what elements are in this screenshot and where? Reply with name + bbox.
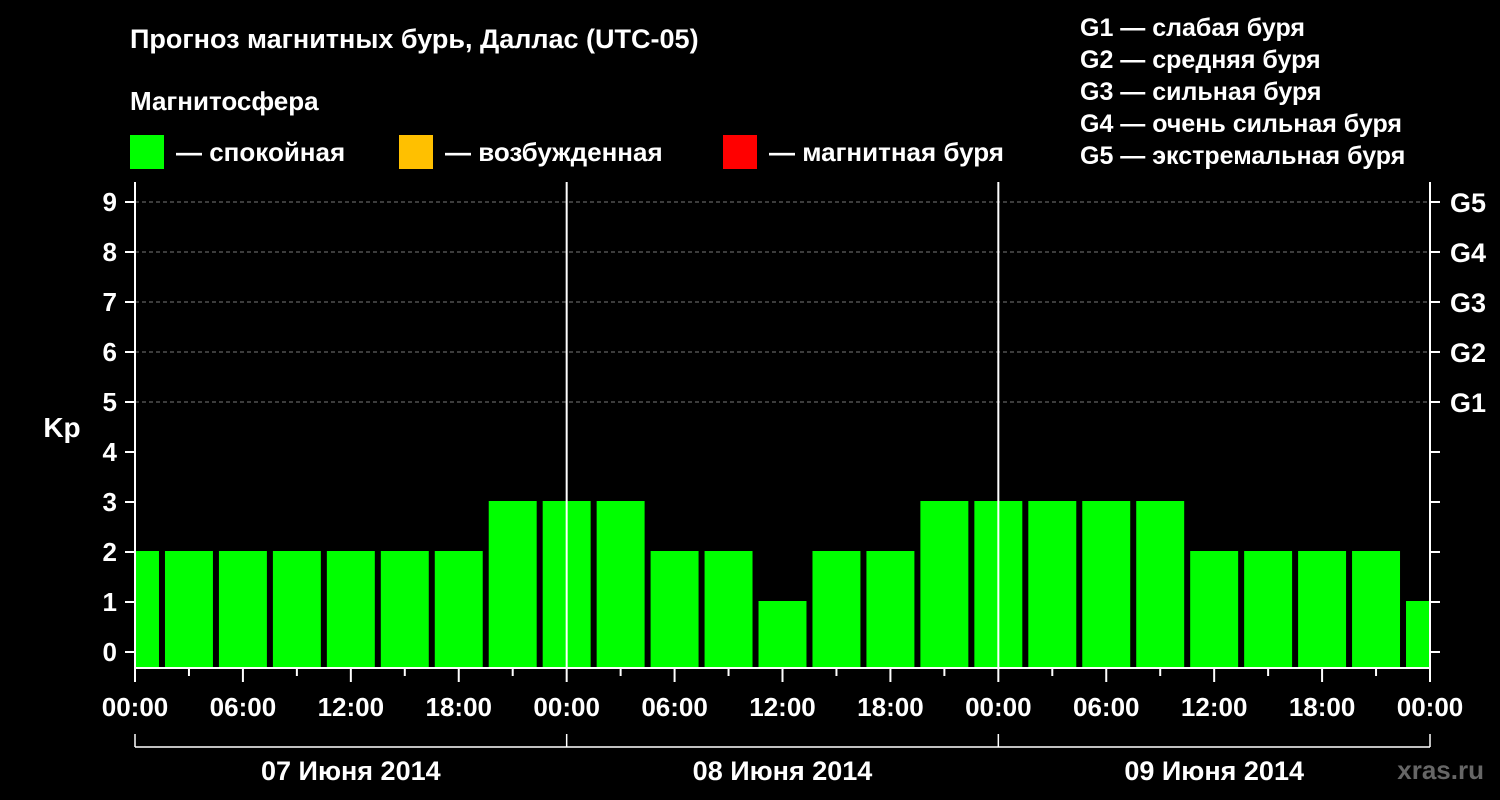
x-tick-label: 06:00 xyxy=(641,692,708,722)
grid-layer xyxy=(135,201,1430,403)
kp-bar xyxy=(1028,501,1077,668)
y-tick-label: 4 xyxy=(103,437,118,467)
y-tick-label: 5 xyxy=(103,387,117,417)
g-scale-label: G3 xyxy=(1450,288,1486,318)
g-scale-label: G4 xyxy=(1450,238,1486,268)
kp-bar xyxy=(434,551,483,668)
x-tick-label: 00:00 xyxy=(102,692,169,722)
g-scale-label: G1 xyxy=(1450,388,1486,418)
kp-bar xyxy=(164,551,213,668)
kp-bar xyxy=(488,501,537,668)
x-tick-label: 18:00 xyxy=(426,692,493,722)
kp-bar-chart: 0 1 2 3 4 5 6 7 8 9 G1 G2 G3 G4 G5 Kp 00:00 06:00 12:00 18:… xyxy=(43,182,1486,786)
kp-bar xyxy=(812,551,861,668)
x-tick-label: 00:00 xyxy=(1397,692,1464,722)
kp-bar xyxy=(218,551,267,668)
y-tick-label: 9 xyxy=(103,187,117,217)
g-scale-label: G5 xyxy=(1450,188,1486,218)
kp-bar xyxy=(704,551,753,668)
kp-bar xyxy=(1244,551,1293,668)
y-tick-label: 7 xyxy=(103,287,117,317)
day-label: 07 Июня 2014 xyxy=(261,756,441,786)
x-tick-label: 06:00 xyxy=(210,692,277,722)
watermark: xras.ru xyxy=(1397,755,1484,785)
y-tick-label: 2 xyxy=(103,537,117,567)
x-tick-label: 06:00 xyxy=(1073,692,1140,722)
day-label: 09 Июня 2014 xyxy=(1124,756,1304,786)
kp-bar xyxy=(135,551,159,668)
x-tick-label: 18:00 xyxy=(857,692,924,722)
y-tick-label: 0 xyxy=(103,637,117,667)
kp-bar xyxy=(326,551,375,668)
x-tick-label: 18:00 xyxy=(1289,692,1356,722)
x-tick-label: 12:00 xyxy=(749,692,816,722)
kp-bar xyxy=(920,501,969,668)
y-axis-label: Kp xyxy=(43,412,80,443)
kp-bar xyxy=(380,551,429,668)
kp-bar xyxy=(1136,501,1185,668)
x-tick-label: 00:00 xyxy=(965,692,1032,722)
kp-bar xyxy=(1082,501,1131,668)
kp-bar xyxy=(1190,551,1239,668)
kp-bar xyxy=(758,601,807,668)
kp-bar xyxy=(596,501,645,668)
kp-bar xyxy=(1352,551,1401,668)
x-tick-label: 12:00 xyxy=(1181,692,1248,722)
kp-bar xyxy=(272,551,321,668)
y-tick-label: 1 xyxy=(103,587,117,617)
x-tick-label: 12:00 xyxy=(318,692,385,722)
y-tick-label: 6 xyxy=(103,337,117,367)
x-tick-label: 00:00 xyxy=(533,692,600,722)
kp-bar xyxy=(1298,551,1347,668)
day-label: 08 Июня 2014 xyxy=(693,756,873,786)
y-tick-label: 8 xyxy=(103,237,117,267)
labels-layer: 0 1 2 3 4 5 6 7 8 9 G1 G2 G3 G4 G5 Kp 00:00 06:00 12:00 18:… xyxy=(43,187,1486,786)
kp-bar xyxy=(1406,601,1429,668)
kp-bar xyxy=(866,551,915,668)
bars-layer xyxy=(135,501,1429,668)
kp-bar xyxy=(650,551,699,668)
y-tick-label: 3 xyxy=(103,487,117,517)
g-scale-label: G2 xyxy=(1450,338,1486,368)
